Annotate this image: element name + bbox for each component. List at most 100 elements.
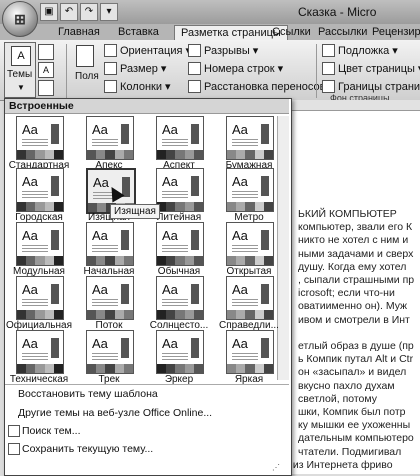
- theme-preview-lines: [22, 245, 48, 246]
- columns-button[interactable]: Колонки ▾: [104, 80, 171, 93]
- save-icon[interactable]: ▣: [40, 3, 58, 21]
- theme-thumbnail[interactable]: Aa: [86, 330, 134, 374]
- theme-accent-bar: [121, 230, 129, 250]
- theme-thumbnail[interactable]: Aa: [156, 116, 204, 160]
- theme-preview-lines: [162, 245, 188, 246]
- theme-accent-bar: [261, 338, 269, 358]
- theme-accent-bar: [51, 124, 59, 144]
- theme-preview-lines: [162, 299, 188, 300]
- theme-preview-lines: [92, 299, 118, 300]
- theme-accent-bar: [191, 230, 199, 250]
- theme-color-stripe: [17, 364, 64, 373]
- theme-color-stripe: [87, 150, 134, 159]
- theme-thumbnail[interactable]: Aa: [156, 330, 204, 374]
- theme-thumbnail[interactable]: Aa: [16, 168, 64, 212]
- theme-color-stripe: [87, 310, 134, 319]
- theme-color-stripe: [157, 202, 204, 211]
- theme-color-stripe: [87, 256, 134, 265]
- theme-preview-text: Aa: [92, 228, 108, 243]
- document-line: етлый образ в душе (пр: [298, 340, 414, 352]
- theme-accent-bar: [51, 284, 59, 304]
- theme-preview-lines: [92, 245, 118, 246]
- size-button[interactable]: Размер ▾: [104, 62, 166, 75]
- theme-thumbnail[interactable]: Aa: [16, 276, 64, 320]
- theme-accent-bar: [191, 338, 199, 358]
- theme-preview-text: Aa: [22, 282, 38, 297]
- tab-mailings[interactable]: Рассылки: [318, 25, 367, 40]
- theme-thumbnail[interactable]: Aa: [16, 222, 64, 266]
- theme-thumbnail[interactable]: Aa: [226, 116, 274, 160]
- orientation-button[interactable]: Ориентация▾: [104, 44, 191, 57]
- theme-thumbnail[interactable]: Aa: [156, 168, 204, 212]
- undo-icon[interactable]: ↶: [60, 3, 78, 21]
- line-numbers-button[interactable]: Номера строк ▾: [188, 62, 283, 75]
- theme-preview-lines: [22, 353, 48, 354]
- redo-icon[interactable]: ↷: [80, 3, 98, 21]
- watermark-button[interactable]: Подложка ▾: [322, 44, 398, 57]
- theme-thumbnail[interactable]: Aa: [226, 276, 274, 320]
- theme-accent-bar: [261, 176, 269, 196]
- quick-access-toolbar: ▣ ↶ ↷ ▾: [40, 3, 118, 21]
- tab-references[interactable]: Ссылки: [272, 25, 311, 40]
- document-line: оватиименно он). Муж: [298, 300, 408, 313]
- page-borders-button[interactable]: Границы страниц: [322, 80, 420, 93]
- document-line: icrosoft; если что-ни: [298, 287, 395, 300]
- theme-thumbnail[interactable]: Aa: [16, 116, 64, 160]
- document-line: дательным компьютеро: [298, 432, 414, 445]
- theme-color-stripe: [157, 310, 204, 319]
- theme-thumbnail[interactable]: Aa: [226, 168, 274, 212]
- theme-preview-text: Aa: [93, 175, 109, 190]
- customize-icon[interactable]: ▾: [100, 3, 118, 21]
- theme-accent-bar: [51, 230, 59, 250]
- theme-accent-bar: [191, 176, 199, 196]
- save-theme-item[interactable]: Сохранить текущую тему...: [22, 443, 153, 455]
- online-themes-item[interactable]: Другие темы на веб-узле Office Online...: [18, 407, 212, 419]
- themes-label: Темы: [7, 69, 33, 80]
- page-color-button[interactable]: Цвет страницы▾: [322, 62, 420, 75]
- theme-thumbnail[interactable]: Aa: [16, 330, 64, 374]
- watermark-icon: [322, 44, 335, 57]
- tab-home[interactable]: Главная: [58, 25, 100, 40]
- theme-thumbnail[interactable]: Aa: [226, 330, 274, 374]
- theme-preview-lines: [22, 139, 48, 140]
- window-title: Сказка - Micro: [298, 5, 377, 19]
- theme-accent-bar: [51, 176, 59, 196]
- breaks-button[interactable]: Разрывы ▾: [188, 44, 258, 57]
- tab-page-layout[interactable]: Разметка страницы: [174, 25, 288, 41]
- columns-label: Колонки: [120, 80, 162, 93]
- orientation-label: Ориентация: [120, 44, 183, 57]
- theme-thumbnail[interactable]: Aa: [86, 276, 134, 320]
- theme-thumbnail[interactable]: Aa: [156, 276, 204, 320]
- search-themes-item[interactable]: Поиск тем...: [22, 425, 81, 437]
- theme-thumbnail[interactable]: Aa: [86, 116, 134, 160]
- theme-preview-text: Aa: [92, 122, 108, 137]
- hyphenation-button[interactable]: Расстановка переносов▾: [188, 80, 334, 93]
- theme-preview-text: Aa: [92, 282, 108, 297]
- theme-thumbnail[interactable]: Aa: [226, 222, 274, 266]
- theme-accent-bar: [51, 338, 59, 358]
- gallery-scrollbar[interactable]: [277, 116, 289, 380]
- margins-button[interactable]: Поля: [72, 43, 99, 97]
- theme-fonts-icon[interactable]: A: [38, 62, 54, 78]
- breaks-icon: [188, 44, 201, 57]
- theme-color-stripe: [227, 364, 274, 373]
- theme-thumbnail[interactable]: Aa: [156, 222, 204, 266]
- ribbon-separator: [316, 44, 317, 98]
- theme-preview-lines: [232, 299, 258, 300]
- margins-icon: [76, 45, 94, 67]
- resize-grip-icon[interactable]: ⋰: [272, 463, 286, 473]
- tab-review[interactable]: Рецензиро: [372, 25, 420, 40]
- theme-effects-icon[interactable]: [38, 80, 54, 96]
- theme-preview-text: Aa: [22, 228, 38, 243]
- theme-thumbnail[interactable]: Aa: [86, 222, 134, 266]
- reset-theme-item[interactable]: Восстановить тему шаблона: [18, 388, 158, 400]
- gallery-header-label: Встроенные: [9, 100, 74, 112]
- office-button[interactable]: ⊞: [2, 1, 38, 37]
- tab-insert[interactable]: Вставка: [118, 25, 159, 40]
- theme-colors-icon[interactable]: [38, 44, 54, 60]
- themes-button[interactable]: A Темы ▼: [4, 42, 36, 98]
- page-color-label: Цвет страницы: [338, 62, 415, 75]
- hyphenation-icon: [188, 80, 201, 93]
- theme-preview-text: Aa: [162, 174, 178, 189]
- theme-color-stripe: [17, 310, 64, 319]
